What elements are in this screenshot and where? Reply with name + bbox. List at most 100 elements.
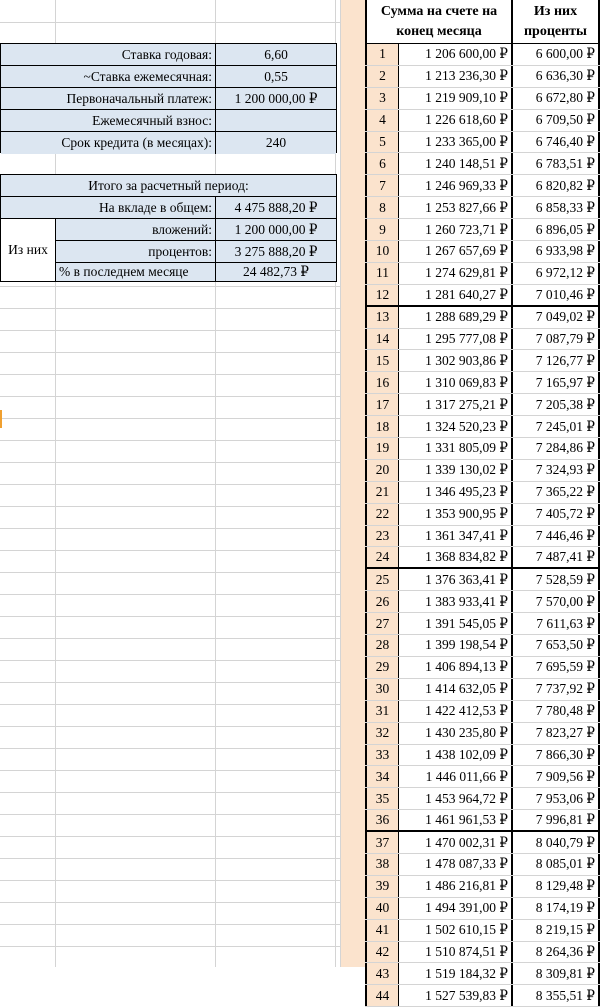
interest-cell[interactable]: 8 264,36 ₽ — [513, 941, 600, 963]
interest-cell[interactable]: 8 219,15 ₽ — [513, 919, 600, 941]
balance-cell[interactable]: 1 383 933,41 ₽ — [399, 591, 513, 613]
balance-cell[interactable]: 1 376 363,41 ₽ — [399, 569, 513, 591]
interest-cell[interactable]: 7 653,50 ₽ — [513, 635, 600, 656]
interest-cell[interactable]: 7 365,22 ₽ — [513, 481, 600, 503]
month-number[interactable]: 44 — [365, 985, 399, 1007]
initial-payment-value[interactable]: 1 200 000,00 ₽ — [216, 88, 336, 109]
interest-cell[interactable]: 7 049,02 ₽ — [513, 306, 600, 328]
interest-cell[interactable]: 6 746,40 ₽ — [513, 131, 600, 153]
interest-cell[interactable]: 6 783,51 ₽ — [513, 153, 600, 175]
month-number[interactable]: 35 — [365, 788, 399, 810]
balance-cell[interactable]: 1 422 412,53 ₽ — [399, 700, 513, 722]
last-month-value[interactable]: 24 482,73 ₽ — [216, 263, 336, 281]
balance-cell[interactable]: 1 233 365,00 ₽ — [399, 131, 513, 153]
balance-cell[interactable]: 1 391 545,05 ₽ — [399, 613, 513, 635]
interest-cell[interactable]: 7 953,06 ₽ — [513, 788, 600, 810]
balance-cell[interactable]: 1 399 198,54 ₽ — [399, 635, 513, 656]
month-number[interactable]: 8 — [365, 197, 399, 219]
month-number[interactable]: 30 — [365, 678, 399, 700]
interest-cell[interactable]: 7 695,59 ₽ — [513, 656, 600, 678]
monthly-contribution-value[interactable] — [216, 110, 336, 131]
interest-cell[interactable]: 7 010,46 ₽ — [513, 284, 600, 305]
balance-cell[interactable]: 1 213 236,30 ₽ — [399, 65, 513, 87]
month-number[interactable]: 31 — [365, 700, 399, 722]
month-number[interactable]: 15 — [365, 350, 399, 372]
balance-cell[interactable]: 1 281 640,27 ₽ — [399, 284, 513, 305]
balance-cell[interactable]: 1 430 235,80 ₽ — [399, 722, 513, 744]
balance-cell[interactable]: 1 240 148,51 ₽ — [399, 153, 513, 175]
balance-cell[interactable]: 1 346 495,23 ₽ — [399, 481, 513, 503]
balance-cell[interactable]: 1 438 102,09 ₽ — [399, 744, 513, 766]
interest-cell[interactable]: 7 823,27 ₽ — [513, 722, 600, 744]
balance-cell[interactable]: 1 478 087,33 ₽ — [399, 853, 513, 875]
interest-cell[interactable]: 7 611,63 ₽ — [513, 613, 600, 635]
interest-cell[interactable]: 7 165,97 ₽ — [513, 372, 600, 394]
interest-cell[interactable]: 8 355,51 ₽ — [513, 985, 600, 1007]
balance-cell[interactable]: 1 324 520,23 ₽ — [399, 416, 513, 438]
interest-cell[interactable]: 6 672,80 ₽ — [513, 87, 600, 109]
balance-cell[interactable]: 1 461 961,53 ₽ — [399, 810, 513, 831]
balance-cell[interactable]: 1 446 011,66 ₽ — [399, 766, 513, 788]
balance-cell[interactable]: 1 317 275,21 ₽ — [399, 394, 513, 416]
month-number[interactable]: 11 — [365, 262, 399, 284]
interest-cell[interactable]: 6 636,30 ₽ — [513, 65, 600, 87]
balance-cell[interactable]: 1 470 002,31 ₽ — [399, 832, 513, 853]
month-number[interactable]: 25 — [365, 569, 399, 591]
balance-cell[interactable]: 1 302 903,86 ₽ — [399, 350, 513, 372]
interest-cell[interactable]: 8 129,48 ₽ — [513, 875, 600, 897]
month-number[interactable]: 14 — [365, 328, 399, 350]
month-number[interactable]: 3 — [365, 87, 399, 109]
balance-cell[interactable]: 1 527 539,83 ₽ — [399, 985, 513, 1007]
month-number[interactable]: 5 — [365, 131, 399, 153]
interest-cell[interactable]: 7 087,79 ₽ — [513, 328, 600, 350]
interest-cell[interactable]: 6 858,33 ₽ — [513, 197, 600, 219]
balance-cell[interactable]: 1 414 632,05 ₽ — [399, 678, 513, 700]
month-number[interactable]: 2 — [365, 65, 399, 87]
month-number[interactable]: 22 — [365, 503, 399, 525]
month-number[interactable]: 19 — [365, 438, 399, 459]
month-number[interactable]: 23 — [365, 525, 399, 547]
monthly-rate-value[interactable]: 0,55 — [216, 66, 336, 87]
interest-cell[interactable]: 8 085,01 ₽ — [513, 853, 600, 875]
balance-cell[interactable]: 1 331 805,09 ₽ — [399, 438, 513, 459]
month-number[interactable]: 12 — [365, 284, 399, 305]
interest-cell[interactable]: 6 972,12 ₽ — [513, 262, 600, 284]
month-number[interactable]: 37 — [365, 832, 399, 853]
month-number[interactable]: 4 — [365, 109, 399, 131]
interest-value[interactable]: 3 275 888,20 ₽ — [216, 241, 336, 262]
balance-cell[interactable]: 1 453 964,72 ₽ — [399, 788, 513, 810]
balance-cell[interactable]: 1 253 827,66 ₽ — [399, 197, 513, 219]
month-number[interactable]: 7 — [365, 175, 399, 197]
month-number[interactable]: 24 — [365, 547, 399, 568]
month-number[interactable]: 41 — [365, 919, 399, 941]
month-number[interactable]: 16 — [365, 372, 399, 394]
month-number[interactable]: 39 — [365, 875, 399, 897]
balance-cell[interactable]: 1 486 216,81 ₽ — [399, 875, 513, 897]
month-number[interactable]: 13 — [365, 306, 399, 328]
balance-cell[interactable]: 1 339 130,02 ₽ — [399, 459, 513, 481]
balance-cell[interactable]: 1 219 909,10 ₽ — [399, 87, 513, 109]
month-number[interactable]: 28 — [365, 635, 399, 656]
balance-cell[interactable]: 1 494 391,00 ₽ — [399, 897, 513, 919]
month-number[interactable]: 32 — [365, 722, 399, 744]
interest-cell[interactable]: 7 570,00 ₽ — [513, 591, 600, 613]
month-number[interactable]: 18 — [365, 416, 399, 438]
month-number[interactable]: 40 — [365, 897, 399, 919]
month-number[interactable]: 21 — [365, 481, 399, 503]
month-number[interactable]: 36 — [365, 810, 399, 831]
annual-rate-value[interactable]: 6,60 — [216, 44, 336, 65]
interest-cell[interactable]: 7 528,59 ₽ — [513, 569, 600, 591]
interest-cell[interactable]: 6 933,98 ₽ — [513, 241, 600, 262]
balance-cell[interactable]: 1 267 657,69 ₽ — [399, 241, 513, 262]
balance-cell[interactable]: 1 406 894,13 ₽ — [399, 656, 513, 678]
interest-cell[interactable]: 6 820,82 ₽ — [513, 175, 600, 197]
balance-cell[interactable]: 1 353 900,95 ₽ — [399, 503, 513, 525]
month-number[interactable]: 34 — [365, 766, 399, 788]
interest-cell[interactable]: 7 126,77 ₽ — [513, 350, 600, 372]
interest-cell[interactable]: 6 896,05 ₽ — [513, 219, 600, 241]
balance-cell[interactable]: 1 368 834,82 ₽ — [399, 547, 513, 568]
interest-cell[interactable]: 7 405,72 ₽ — [513, 503, 600, 525]
interest-cell[interactable]: 7 324,93 ₽ — [513, 459, 600, 481]
balance-cell[interactable]: 1 502 610,15 ₽ — [399, 919, 513, 941]
term-value[interactable]: 240 — [216, 132, 336, 154]
